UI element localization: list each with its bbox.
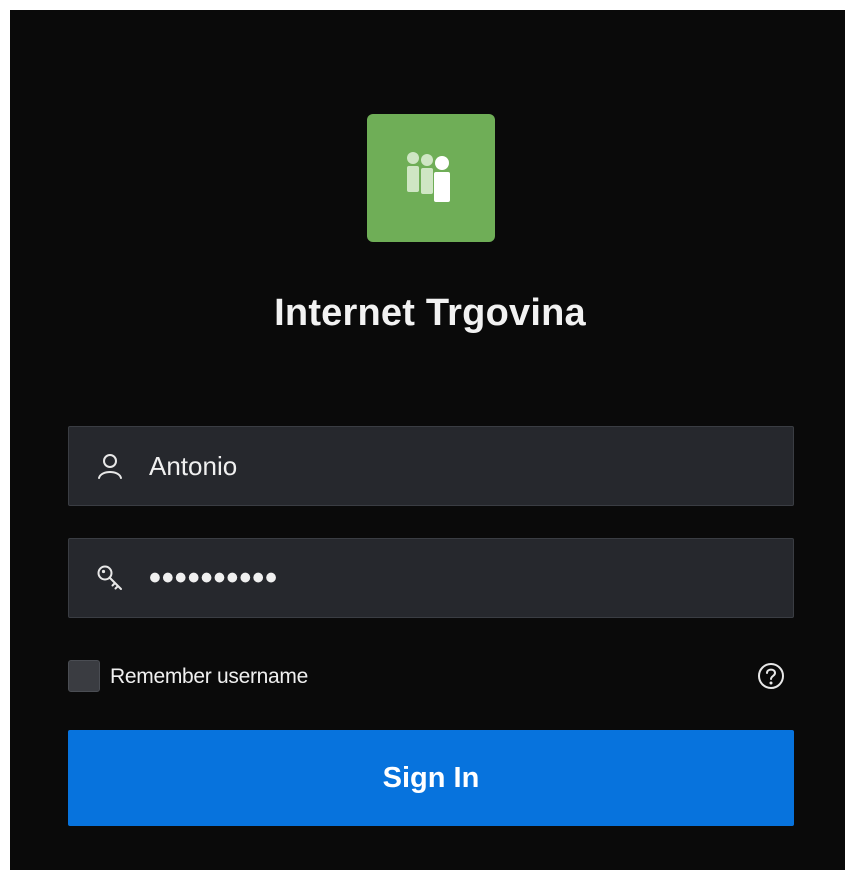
app-logo: [367, 114, 495, 242]
login-region: Internet Trgovina Remember username: [10, 10, 845, 870]
remember-username-label[interactable]: Remember username: [110, 665, 308, 689]
password-field[interactable]: [68, 538, 794, 618]
user-icon: [95, 451, 125, 481]
remember-username-checkbox[interactable]: [68, 660, 100, 692]
password-input[interactable]: [149, 539, 769, 617]
key-icon: [95, 563, 125, 593]
remember-row: Remember username: [68, 658, 794, 694]
help-circle-icon[interactable]: [756, 661, 786, 691]
sign-in-button[interactable]: Sign In: [68, 730, 794, 826]
people-group-icon: [407, 152, 450, 202]
username-field[interactable]: [68, 426, 794, 506]
username-input[interactable]: [149, 427, 769, 505]
app-title: Internet Trgovina: [274, 292, 586, 334]
